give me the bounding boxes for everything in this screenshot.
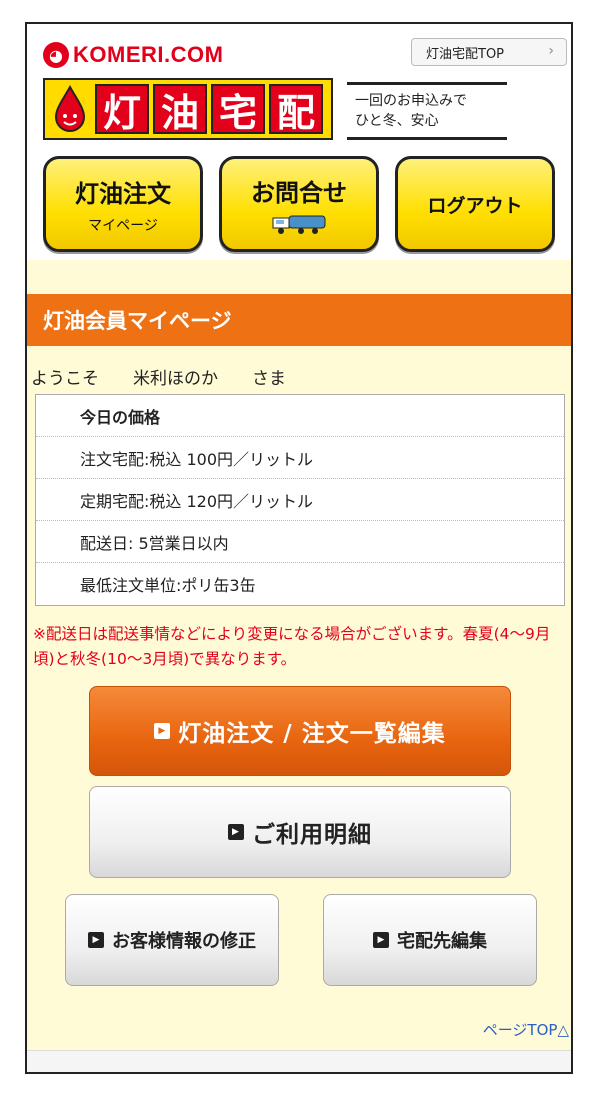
contact-button-label: お問合せ — [251, 178, 347, 207]
page-top-link[interactable]: ページTOP△ — [483, 1019, 569, 1040]
arrow-right-icon: ▶ — [88, 932, 104, 948]
chevron-right-icon: › — [548, 43, 554, 59]
tagline: 一回のお申込みで ひと冬、安心 — [347, 82, 507, 140]
service-char: 配 — [269, 84, 323, 135]
order-list-edit-label: 灯油注文 / 注文一覧編集 — [178, 721, 446, 747]
logout-button-label: ログアウト — [427, 194, 523, 217]
logo-text: KOMERI.COM — [73, 42, 224, 67]
tank-truck-icon — [272, 215, 326, 234]
service-char: 灯 — [95, 84, 149, 135]
price-table: 今日の価格 注文宅配:税込 100円／リットル 定期宅配:税込 120円／リット… — [35, 394, 565, 606]
welcome-message: ようこそ 米利ほのか さま — [31, 369, 286, 389]
komeri-logo[interactable]: ◕ KOMERI.COM — [43, 42, 223, 68]
arrow-right-icon: ▶ — [373, 932, 389, 948]
edit-delivery-address-label: 宅配先編集 — [397, 931, 487, 952]
header: ◕ KOMERI.COM 灯油宅配TOP › 灯 油 宅 配 一回のお申込みで … — [27, 24, 571, 260]
order-button-label: 灯油注文 — [75, 179, 171, 208]
price-row: 定期宅配:税込 120円／リットル — [36, 479, 564, 521]
kerosene-delivery-logo: 灯 油 宅 配 — [43, 78, 333, 140]
order-list-edit-button[interactable]: ▶ 灯油注文 / 注文一覧編集 — [89, 686, 511, 776]
service-name: 灯 油 宅 配 — [95, 84, 327, 135]
logout-button[interactable]: ログアウト — [395, 156, 555, 252]
delivery-notice: ※配送日は配送事情などにより変更になる場合がございます。春夏(4〜9月頃)と秋冬… — [33, 625, 551, 668]
page-title: 灯油会員マイページ — [27, 294, 571, 346]
edit-customer-info-label: お客様情報の修正 — [112, 931, 256, 952]
top-link-label: 灯油宅配TOP — [426, 46, 505, 62]
kerosene-delivery-top-link[interactable]: 灯油宅配TOP › — [411, 38, 567, 66]
tagline-line1: 一回のお申込みで — [355, 93, 467, 109]
footer-bar — [27, 1050, 571, 1072]
usage-details-button[interactable]: ▶ ご利用明細 — [89, 786, 511, 878]
price-table-heading: 今日の価格 — [36, 395, 564, 437]
edit-delivery-address-button[interactable]: ▶ 宅配先編集 — [323, 894, 537, 986]
price-row: 配送日: 5営業日以内 — [36, 521, 564, 563]
price-row: 最低注文単位:ポリ缶3缶 — [80, 576, 256, 595]
service-char: 油 — [153, 84, 207, 135]
price-row: 注文宅配:税込 100円／リットル — [36, 437, 564, 479]
edit-customer-info-button[interactable]: ▶ お客様情報の修正 — [65, 894, 279, 986]
order-button-sublabel: マイページ — [88, 217, 158, 234]
service-char: 宅 — [211, 84, 265, 135]
contact-button[interactable]: お問合せ — [219, 156, 379, 252]
rooster-logo-icon: ◕ — [43, 42, 69, 68]
arrow-right-icon: ▶ — [154, 723, 171, 739]
app-frame: ◕ KOMERI.COM 灯油宅配TOP › 灯 油 宅 配 一回のお申込みで … — [25, 22, 573, 1074]
usage-details-label: ご利用明細 — [252, 822, 372, 848]
oil-drop-icon — [54, 84, 86, 132]
order-mypage-button[interactable]: 灯油注文 マイページ — [43, 156, 203, 252]
arrow-right-icon: ▶ — [228, 824, 244, 840]
tagline-line2: ひと冬、安心 — [355, 113, 439, 129]
